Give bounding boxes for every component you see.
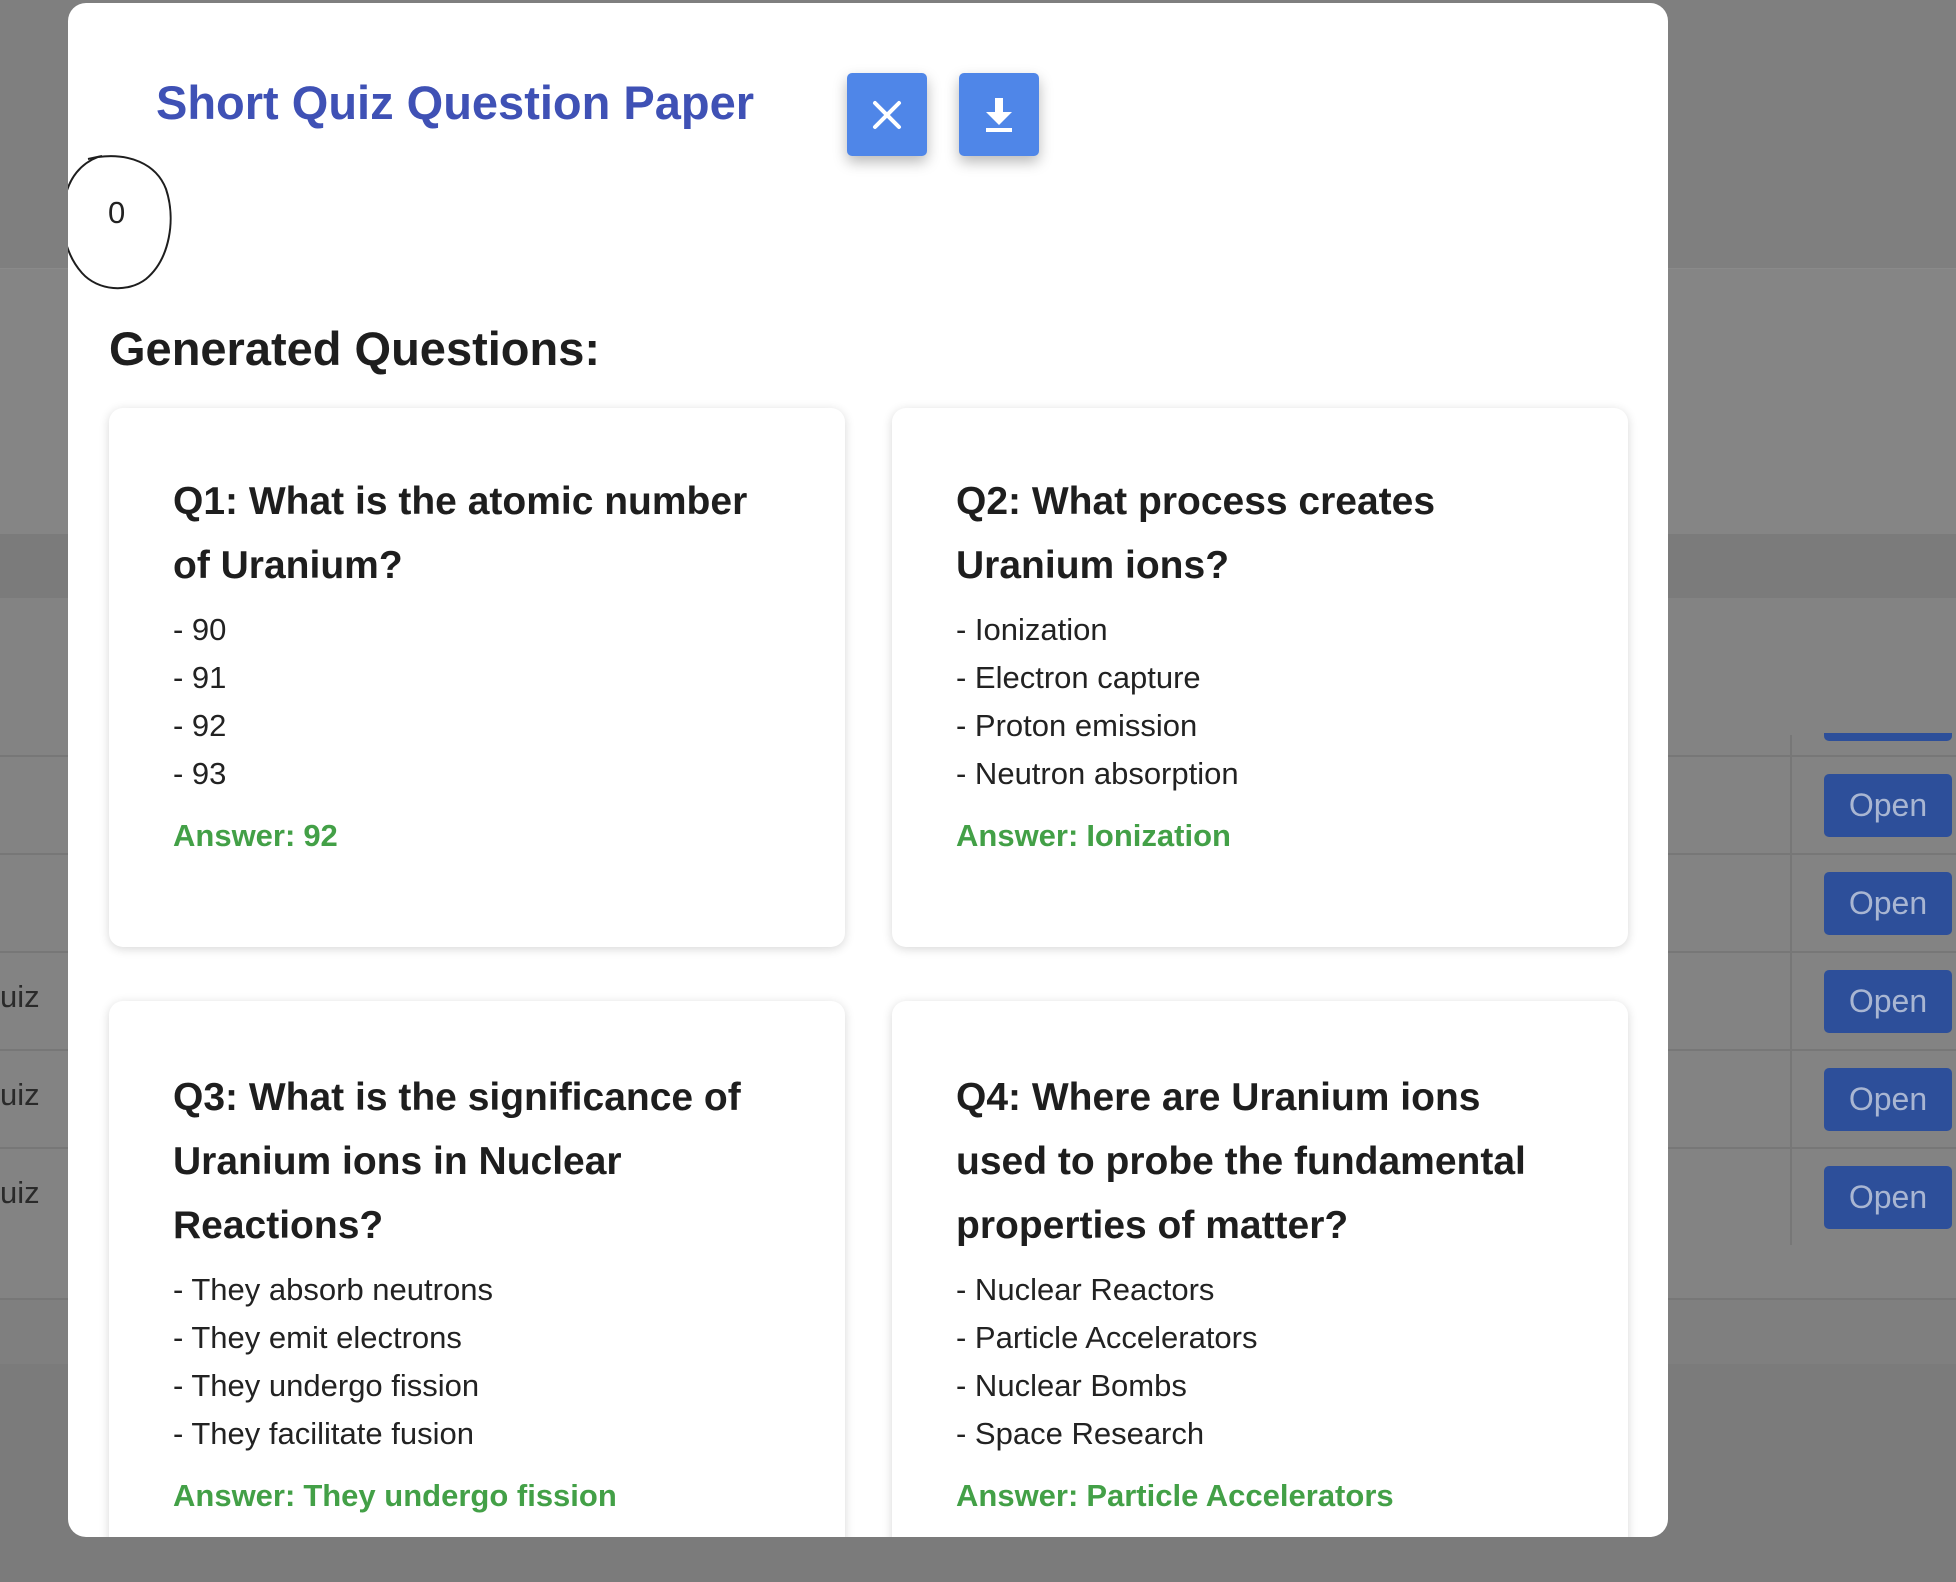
- table-column-divider: [1790, 735, 1792, 1245]
- question-text: Q4: Where are Uranium ions used to probe…: [956, 1076, 1526, 1247]
- open-button[interactable]: Open: [1824, 872, 1952, 935]
- download-button[interactable]: [959, 73, 1039, 156]
- option-item: - They facilitate fusion: [173, 1416, 474, 1451]
- answer-label: Answer:: [956, 818, 1079, 853]
- answer-label: Answer:: [173, 1478, 296, 1513]
- open-button[interactable]: Open: [1824, 970, 1952, 1033]
- option-item: - 93: [173, 756, 227, 791]
- row-label: uiz: [0, 979, 40, 1014]
- option-item: - Electron capture: [956, 660, 1201, 695]
- counter-value: 0: [108, 195, 126, 230]
- option-item: - Ionization: [956, 612, 1108, 647]
- close-button[interactable]: [847, 73, 927, 156]
- option-item: - Particle Accelerators: [956, 1320, 1258, 1355]
- question-card: Q3: What is the significance of Uranium …: [109, 1001, 845, 1537]
- option-item: - 92: [173, 708, 227, 743]
- option-item: - Space Research: [956, 1416, 1205, 1451]
- option-item: - Nuclear Reactors: [956, 1272, 1215, 1307]
- question-card: Q2: What process creates Uranium ions? -…: [892, 408, 1628, 947]
- option-item: - Neutron absorption: [956, 756, 1239, 791]
- question-text: Q3: What is the significance of Uranium …: [173, 1076, 741, 1247]
- option-item: - 90: [173, 612, 227, 647]
- option-item: - Nuclear Bombs: [956, 1368, 1187, 1403]
- open-button-partial[interactable]: [1824, 733, 1952, 741]
- row-label: uiz: [0, 1077, 40, 1112]
- answer-value: 92: [303, 818, 338, 853]
- answer-value: They undergo fission: [303, 1478, 617, 1513]
- answer-line: Answer: Ionization: [956, 812, 1564, 860]
- question-card: Q1: What is the atomic number of Uranium…: [109, 408, 845, 947]
- answer-line: Answer: They undergo fission: [173, 1472, 781, 1520]
- options-list: - They absorb neutrons - They emit elect…: [173, 1266, 781, 1458]
- modal-title: Short Quiz Question Paper: [156, 76, 755, 129]
- option-item: - 91: [173, 660, 227, 695]
- options-list: - Nuclear Reactors - Particle Accelerato…: [956, 1266, 1564, 1458]
- answer-line: Answer: Particle Accelerators: [956, 1472, 1564, 1520]
- open-button[interactable]: Open: [1824, 1166, 1952, 1229]
- download-icon: [982, 96, 1016, 134]
- answer-line: Answer: 92: [173, 812, 781, 860]
- section-heading: Generated Questions:: [109, 322, 600, 375]
- quiz-modal: Short Quiz Question Paper 0 Generated Qu…: [68, 3, 1668, 1537]
- answer-label: Answer:: [173, 818, 296, 853]
- open-button[interactable]: Open: [1824, 774, 1952, 837]
- answer-value: Particle Accelerators: [1086, 1478, 1394, 1513]
- option-item: - They undergo fission: [173, 1368, 480, 1403]
- question-text: Q1: What is the atomic number of Uranium…: [173, 480, 748, 587]
- options-list: - Ionization - Electron capture - Proton…: [956, 606, 1564, 798]
- question-text: Q2: What process creates Uranium ions?: [956, 480, 1436, 587]
- answer-value: Ionization: [1086, 818, 1231, 853]
- answer-label: Answer:: [956, 1478, 1079, 1513]
- option-item: - They emit electrons: [173, 1320, 462, 1355]
- options-list: - 90 - 91 - 92 - 93: [173, 606, 781, 798]
- option-item: - They absorb neutrons: [173, 1272, 493, 1307]
- option-item: - Proton emission: [956, 708, 1198, 743]
- row-label: uiz: [0, 1175, 40, 1210]
- hand-drawn-circle: [68, 149, 188, 291]
- question-card: Q4: Where are Uranium ions used to probe…: [892, 1001, 1628, 1537]
- close-icon: [870, 98, 904, 132]
- open-button[interactable]: Open: [1824, 1068, 1952, 1131]
